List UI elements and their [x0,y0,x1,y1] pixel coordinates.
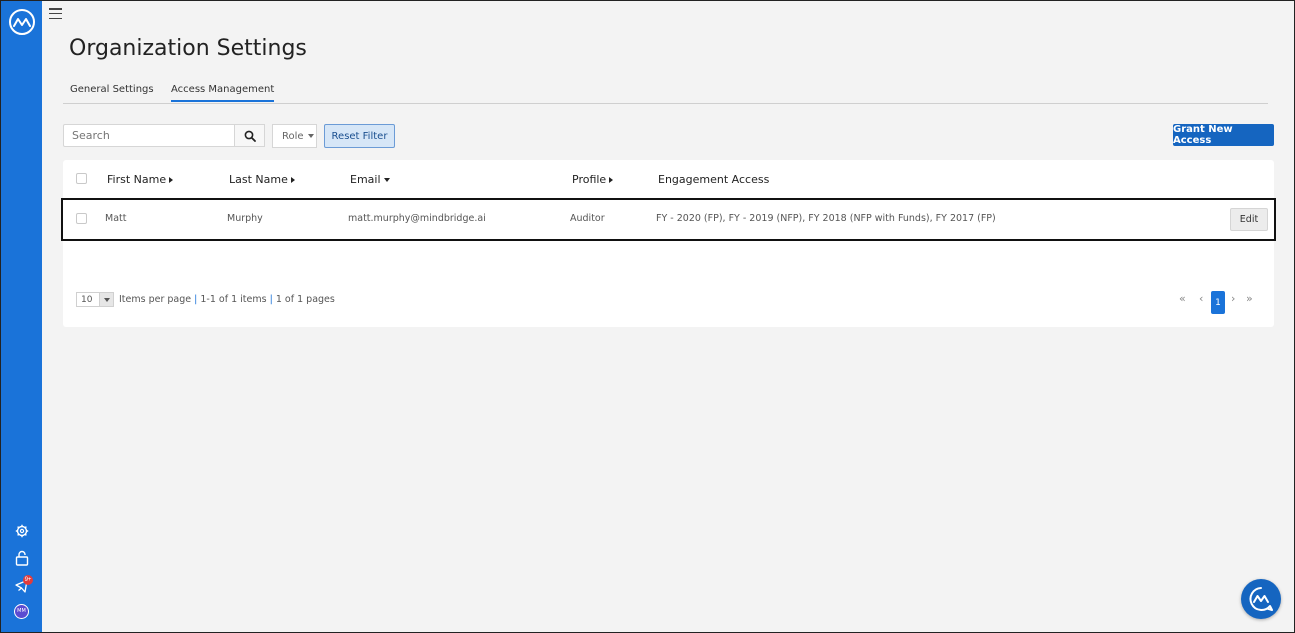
chat-icon [1249,587,1273,611]
page-size-value: 10 [81,294,93,305]
column-header-profile[interactable]: Profile [572,173,614,186]
page-size-select[interactable]: 10 [76,292,114,307]
column-label: Last Name [229,173,288,186]
cell-last-name: Murphy [227,213,263,224]
sort-icon [290,176,295,183]
column-label: First Name [107,173,167,186]
sort-icon [609,176,614,183]
search-icon [244,130,256,142]
cell-profile: Auditor [570,213,605,224]
row-checkbox[interactable] [76,213,87,224]
select-all-checkbox[interactable] [76,173,87,184]
edit-button[interactable]: Edit [1230,208,1268,231]
column-header-engagement-access: Engagement Access [658,173,769,186]
tab-general-settings[interactable]: General Settings [70,84,154,100]
column-header-last-name[interactable]: Last Name [229,173,295,186]
chevron-down-icon [103,297,110,302]
logo-icon[interactable] [9,9,35,35]
role-select[interactable]: Role [272,124,317,148]
last-page-icon[interactable]: » [1246,292,1253,305]
search-input[interactable] [63,124,235,147]
reset-filter-button[interactable]: Reset Filter [324,124,395,148]
prev-page-icon[interactable]: ‹ [1199,292,1203,305]
column-header-first-name[interactable]: First Name [107,173,174,186]
search-button[interactable] [234,124,265,147]
lock-icon[interactable] [13,549,31,567]
item-range: 1-1 of 1 items [200,294,267,305]
tab-bar: General Settings Access Management [63,82,1268,104]
page-count: 1 of 1 pages [275,294,335,305]
chat-button[interactable] [1241,579,1281,619]
sort-icon [383,177,390,182]
separator: | [269,294,273,305]
column-label: Profile [572,173,607,186]
next-page-icon[interactable]: › [1231,292,1235,305]
access-table: First Name Last Name Email Profile Engag… [61,160,1276,327]
sort-icon [169,176,174,183]
column-label: Engagement Access [658,173,770,186]
settings-icon[interactable] [13,522,31,540]
page-title: Organization Settings [69,36,307,61]
page-button-current[interactable]: 1 [1211,291,1225,314]
column-label: Email [350,173,381,186]
pager-info: Items per page | 1-1 of 1 items | 1 of 1… [119,294,335,305]
table-row[interactable]: Matt Murphy matt.murphy@mindbridge.ai Au… [61,198,1276,241]
cell-engagement-access: FY - 2020 (FP), FY - 2019 (NFP), FY 2018… [656,213,996,224]
items-per-page-label: Items per page [119,294,192,305]
chevron-down-icon [307,134,314,138]
role-select-label: Role [282,130,304,142]
notification-badge: 9+ [23,575,33,585]
separator: | [194,294,198,305]
menu-icon[interactable] [49,8,62,19]
cell-first-name: Matt [105,213,127,224]
first-page-icon[interactable]: « [1179,292,1186,305]
grant-new-access-button[interactable]: Grant New Access [1173,124,1274,146]
sidebar: 9+ MM [1,1,42,632]
avatar[interactable]: MM [14,604,29,619]
cell-email: matt.murphy@mindbridge.ai [348,213,486,224]
tab-access-management[interactable]: Access Management [171,84,275,102]
column-header-email[interactable]: Email [350,173,390,186]
